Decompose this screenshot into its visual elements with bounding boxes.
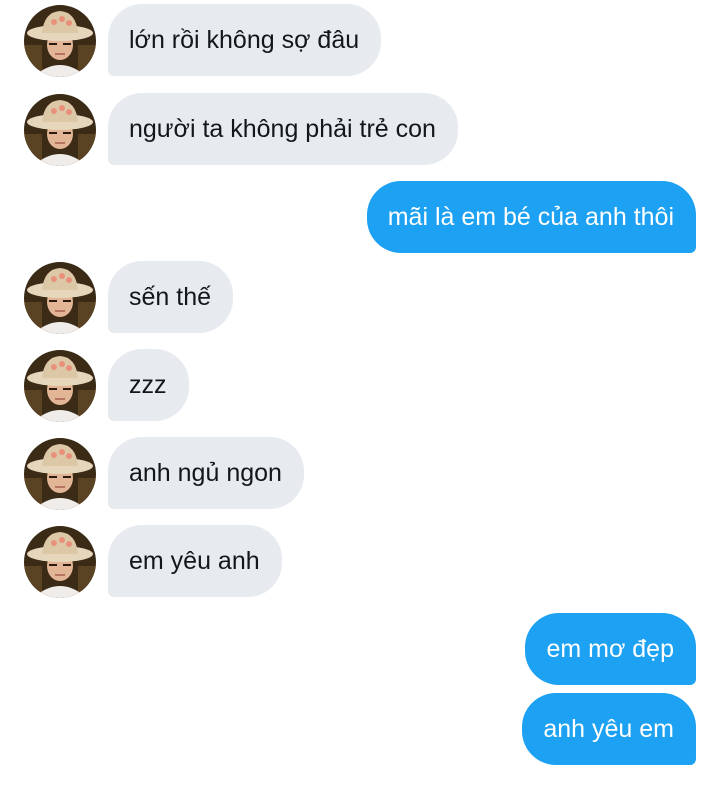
avatar-photo-icon: [24, 350, 96, 422]
incoming-message-bubble[interactable]: người ta không phải trẻ con: [108, 93, 458, 165]
avatar-photo-icon: [24, 5, 96, 77]
message-row-outgoing: mãi là em bé của anh thôi: [0, 181, 720, 253]
contact-avatar[interactable]: [24, 94, 96, 166]
message-row-incoming: zzz: [0, 349, 720, 422]
contact-avatar[interactable]: [24, 526, 96, 598]
outgoing-message-bubble[interactable]: mãi là em bé của anh thôi: [366, 181, 696, 253]
avatar-photo-icon: [24, 438, 96, 510]
outgoing-message-bubble[interactable]: em mơ đẹp: [525, 613, 696, 685]
incoming-message-bubble[interactable]: zzz: [108, 349, 189, 421]
incoming-message-bubble[interactable]: lớn rồi không sợ đâu: [108, 4, 382, 76]
message-row-incoming: em yêu anh: [0, 525, 720, 598]
incoming-message-bubble[interactable]: sến thế: [108, 261, 234, 333]
contact-avatar[interactable]: [24, 350, 96, 422]
message-row-incoming: sến thế: [0, 261, 720, 334]
message-row-incoming: người ta không phải trẻ con: [0, 93, 720, 166]
message-row-incoming: lớn rồi không sợ đâu: [0, 4, 720, 77]
contact-avatar[interactable]: [24, 5, 96, 77]
avatar-photo-icon: [24, 94, 96, 166]
avatar-photo-icon: [24, 526, 96, 598]
incoming-message-bubble[interactable]: anh ngủ ngon: [108, 437, 304, 509]
message-row-incoming: anh ngủ ngon: [0, 437, 720, 510]
message-row-outgoing: anh yêu em: [0, 693, 720, 765]
avatar-photo-icon: [24, 262, 96, 334]
message-row-outgoing: em mơ đẹp: [0, 613, 720, 685]
outgoing-message-bubble[interactable]: anh yêu em: [522, 693, 696, 765]
contact-avatar[interactable]: [24, 262, 96, 334]
contact-avatar[interactable]: [24, 438, 96, 510]
incoming-message-bubble[interactable]: em yêu anh: [108, 525, 282, 597]
